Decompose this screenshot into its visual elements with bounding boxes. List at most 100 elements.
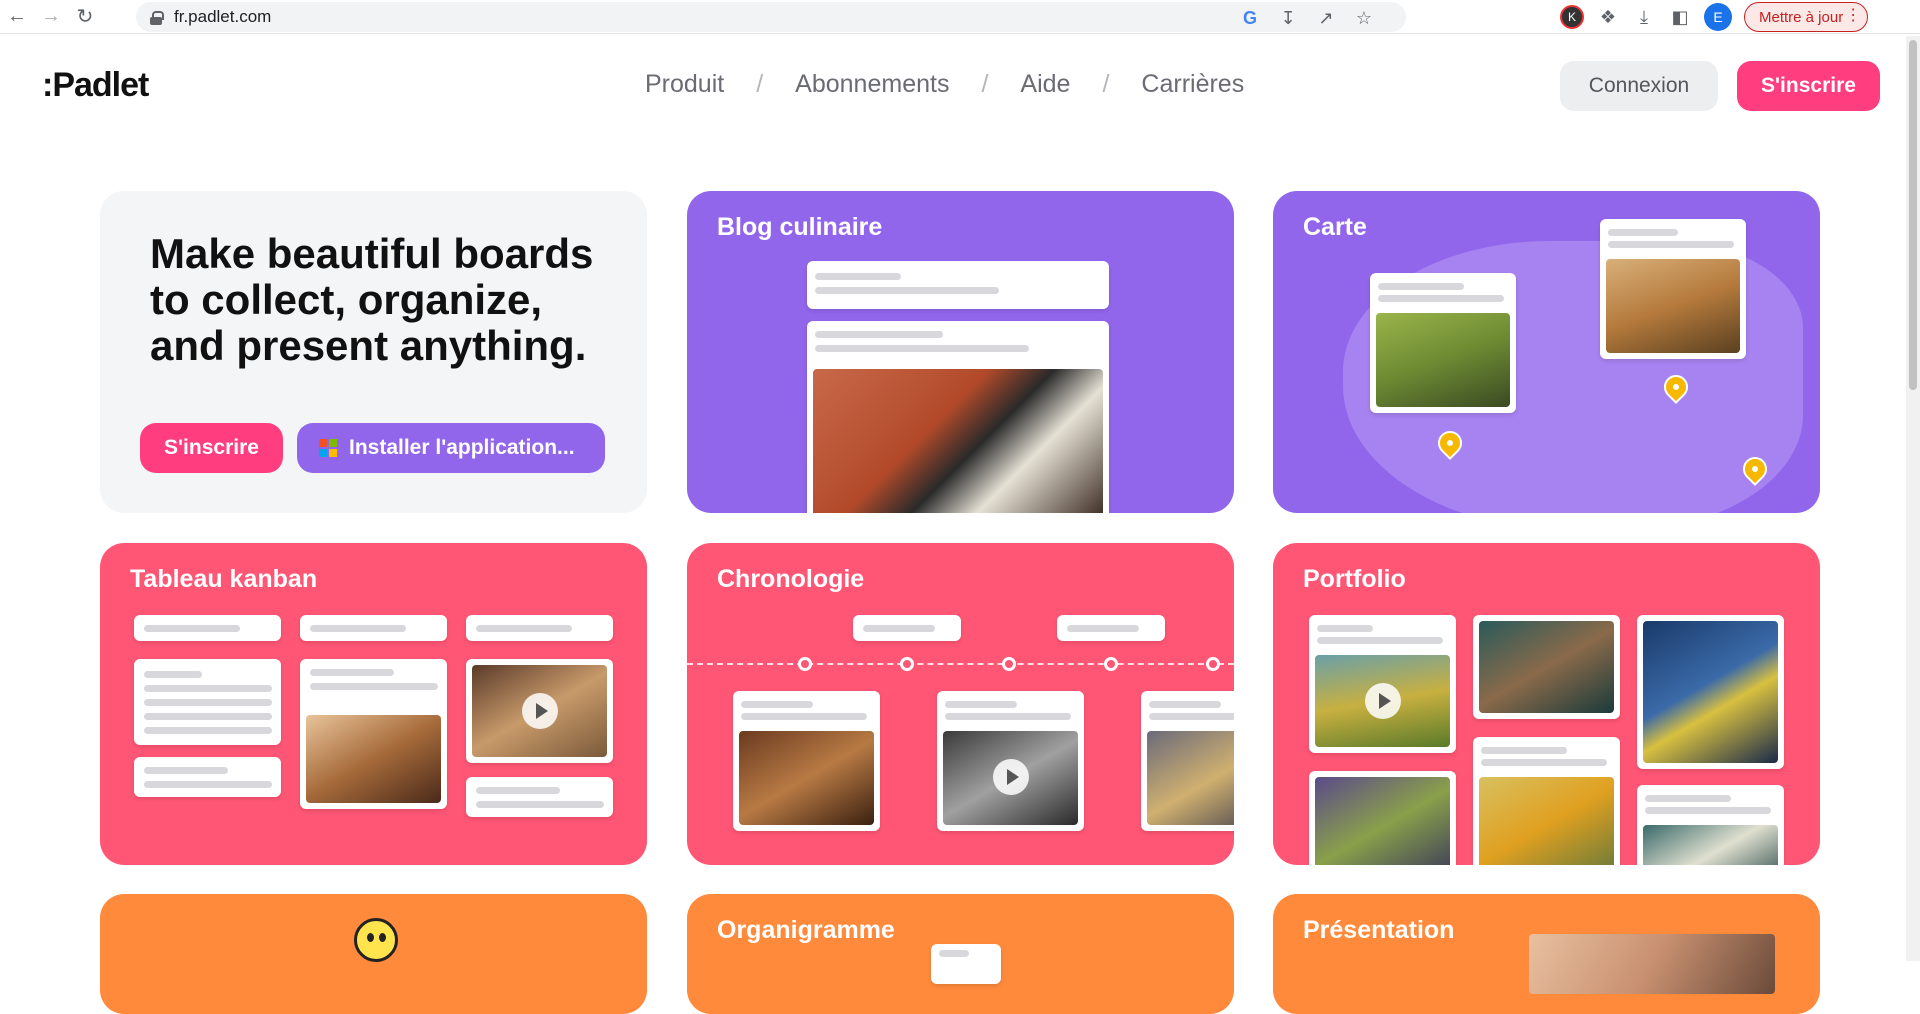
- kanban-column-header: [300, 615, 447, 641]
- login-button[interactable]: Connexion: [1560, 61, 1718, 111]
- card-chronologie[interactable]: Chronologie: [687, 543, 1234, 865]
- nav-aide[interactable]: Aide: [1020, 70, 1070, 99]
- reload-icon[interactable]: ↻: [68, 0, 102, 34]
- lock-icon: [150, 10, 164, 25]
- install-app-label: Installer l'application...: [349, 436, 575, 459]
- card-blog-culinaire[interactable]: Blog culinaire: [687, 191, 1234, 513]
- elephant-image: [1376, 313, 1510, 407]
- nav-separator: /: [981, 70, 989, 98]
- hero-signup-button[interactable]: S'inscrire: [140, 423, 283, 473]
- download-icon[interactable]: ⤓: [1632, 5, 1656, 29]
- forward-icon[interactable]: →: [34, 0, 68, 34]
- map-post: [1370, 273, 1516, 413]
- scrollbar-thumb[interactable]: [1909, 40, 1917, 390]
- timeline-post: [937, 691, 1084, 831]
- signup-button[interactable]: S'inscrire: [1737, 61, 1880, 111]
- org-node: [931, 944, 1001, 984]
- site-header: :Padlet Produit / Abonnements / Aide / C…: [0, 36, 1906, 136]
- card-title: Carte: [1303, 213, 1367, 241]
- hero-headline: Make beautiful boards to collect, organi…: [150, 230, 594, 369]
- card-title: Présentation: [1303, 916, 1455, 944]
- portfolio-post: [1637, 615, 1784, 769]
- kanban-card: [466, 659, 613, 763]
- timeline-dot: [1206, 657, 1220, 671]
- card-title: Chronologie: [717, 565, 865, 593]
- play-icon[interactable]: [1365, 683, 1401, 719]
- timeline-dot: [900, 657, 914, 671]
- nav-produit[interactable]: Produit: [645, 70, 724, 99]
- update-label: Mettre à jour: [1759, 8, 1844, 26]
- timeline-line: [687, 663, 1234, 665]
- nav-separator: /: [756, 70, 764, 98]
- main-nav: Produit / Abonnements / Aide / Carrières: [645, 70, 1244, 99]
- portfolio-post: [1473, 737, 1620, 865]
- kanban-card: [466, 777, 613, 817]
- portfolio-post: [1309, 771, 1456, 865]
- books-image: [306, 715, 441, 803]
- card-title: Organigramme: [717, 916, 895, 944]
- menu-kebab-icon: ⋮: [1845, 7, 1862, 24]
- post-preview: [807, 261, 1109, 309]
- timeline-post: [1141, 691, 1234, 831]
- side-panel-icon[interactable]: ◧: [1668, 5, 1692, 29]
- timeline-dot: [798, 657, 812, 671]
- almond-blossom-image: [1643, 825, 1778, 865]
- portfolio-post: [1309, 615, 1456, 753]
- play-icon[interactable]: [522, 693, 558, 729]
- kanban-card: [134, 757, 281, 797]
- timeline-post: [733, 691, 880, 831]
- card-title: Tableau kanban: [130, 565, 318, 593]
- kanban-column-header: [466, 615, 613, 641]
- timeline-label: [853, 615, 961, 641]
- portfolio-post: [1637, 785, 1784, 865]
- google-icon[interactable]: G: [1238, 6, 1262, 30]
- browser-toolbar: ← → ↻ fr.padlet.com G ↧ ↗ ☆ K ❖ ⤓ ◧ E Me…: [0, 0, 1920, 34]
- slide-preview-image: [1529, 934, 1775, 994]
- card-title: Portfolio: [1303, 565, 1406, 593]
- nav-separator: /: [1102, 70, 1110, 98]
- nav-carrieres[interactable]: Carrières: [1141, 70, 1244, 99]
- hero-card: Make beautiful boards to collect, organi…: [100, 191, 647, 513]
- extension-k-icon[interactable]: K: [1560, 5, 1584, 29]
- padlet-logo[interactable]: :Padlet: [42, 66, 149, 105]
- install-app-button[interactable]: Installer l'application...: [297, 423, 605, 473]
- kanban-column-header: [134, 615, 281, 641]
- play-icon[interactable]: [993, 759, 1029, 795]
- kanban-card: [134, 659, 281, 745]
- install-app-icon[interactable]: ↧: [1276, 6, 1300, 30]
- timeline-dot: [1104, 657, 1118, 671]
- timeline-dot: [1002, 657, 1016, 671]
- bookmark-star-icon[interactable]: ☆: [1352, 6, 1376, 30]
- timeline-label: [1057, 615, 1165, 641]
- sunflowers-image: [1479, 777, 1614, 865]
- address-bar[interactable]: fr.padlet.com G ↧ ↗ ☆: [136, 2, 1406, 32]
- url-text: fr.padlet.com: [174, 7, 272, 26]
- update-browser-button[interactable]: Mettre à jour ⋮: [1744, 2, 1869, 32]
- irises-image: [1315, 777, 1450, 865]
- nav-abonnements[interactable]: Abonnements: [795, 70, 949, 99]
- back-icon[interactable]: ←: [0, 0, 34, 34]
- card-carte[interactable]: Carte: [1273, 191, 1820, 513]
- post-preview: [807, 321, 1109, 513]
- card-title: Blog culinaire: [717, 213, 883, 241]
- self-portrait-image: [1479, 621, 1614, 713]
- card-organigramme[interactable]: Organigramme: [687, 894, 1234, 1014]
- profile-avatar[interactable]: E: [1704, 3, 1732, 31]
- sculpture-image: [1147, 731, 1234, 825]
- card-portfolio[interactable]: Portfolio: [1273, 543, 1820, 865]
- card-presentation[interactable]: Présentation: [1273, 894, 1820, 1014]
- sushi-image: [813, 369, 1103, 513]
- card-discussion[interactable]: [100, 894, 647, 1014]
- portfolio-post: [1473, 615, 1620, 719]
- card-tableau-kanban[interactable]: Tableau kanban: [100, 543, 647, 865]
- kanban-card: [300, 659, 447, 809]
- windows-logo-icon: [319, 439, 337, 457]
- starry-night-image: [1643, 621, 1778, 763]
- lion-image: [1606, 259, 1740, 353]
- share-icon[interactable]: ↗: [1314, 6, 1338, 30]
- page-scrollbar[interactable]: [1906, 36, 1920, 961]
- map-post: [1600, 219, 1746, 359]
- smiley-icon: [354, 918, 398, 962]
- extensions-puzzle-icon[interactable]: ❖: [1596, 5, 1620, 29]
- pharaoh-image: [739, 731, 874, 825]
